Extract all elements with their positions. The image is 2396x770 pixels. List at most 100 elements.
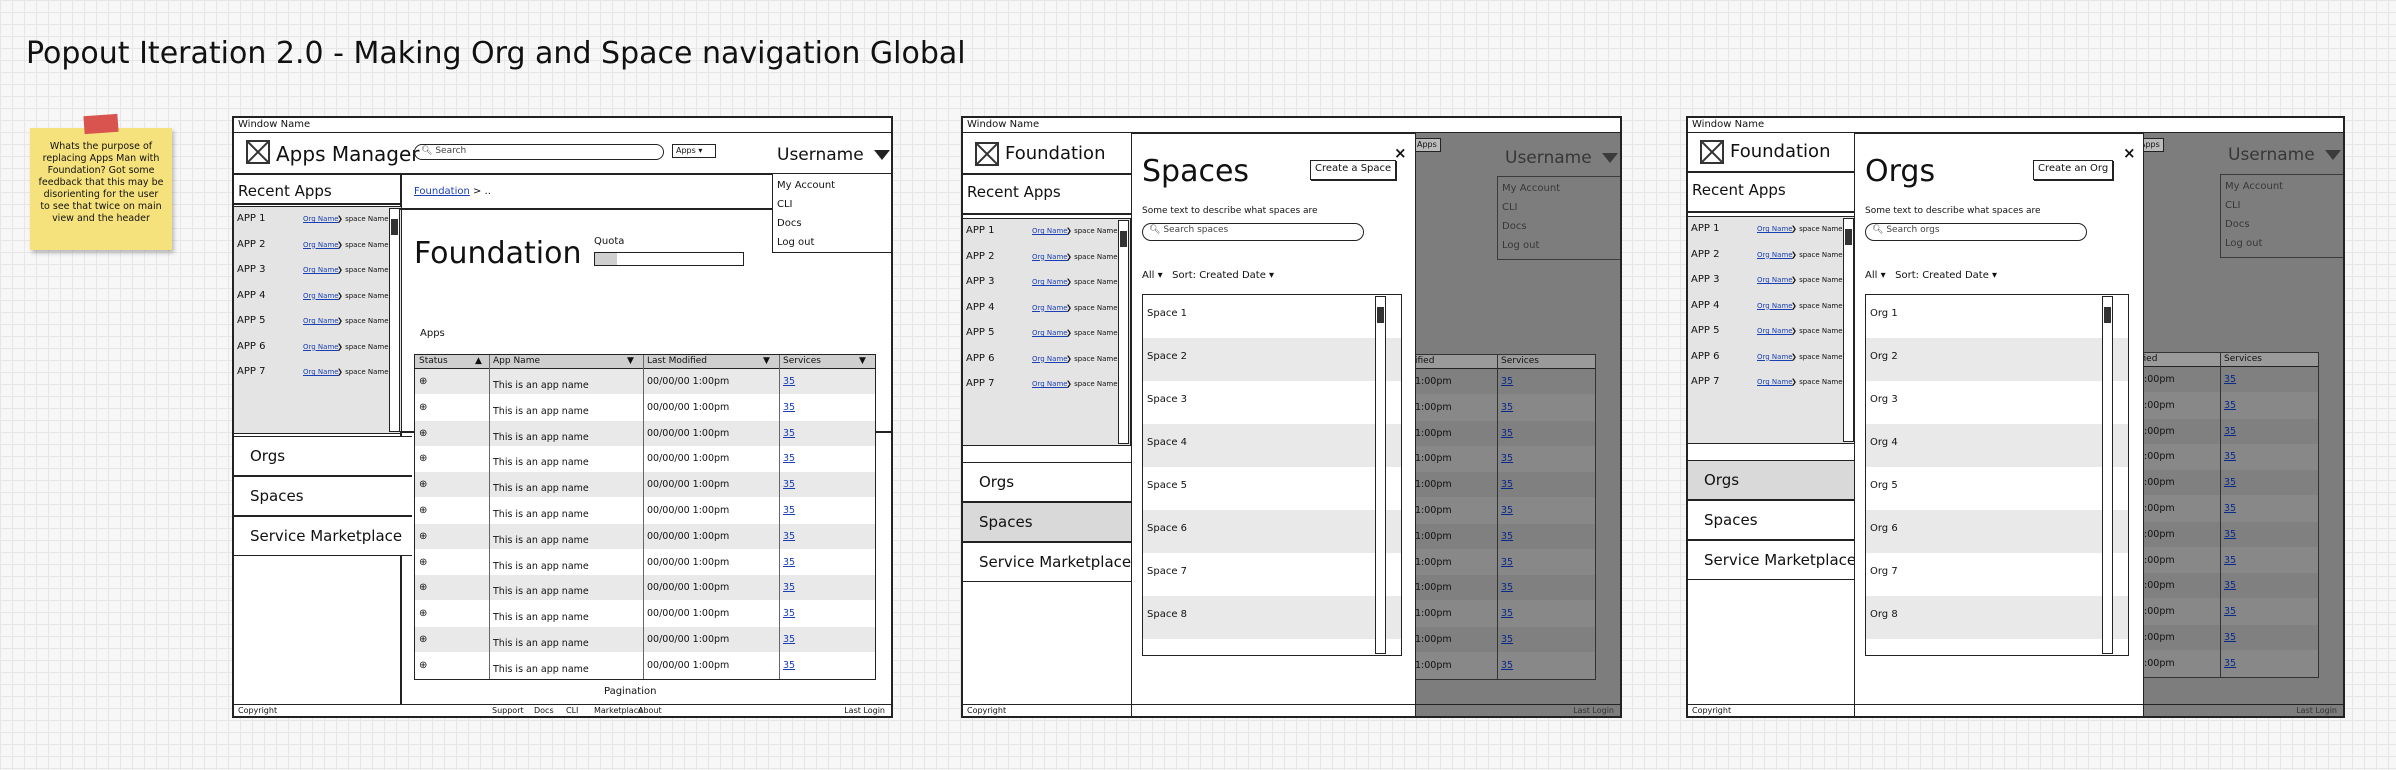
sort-arrow-icon[interactable]: ▲ — [475, 356, 482, 366]
nav-item-spaces[interactable]: Spaces — [1688, 500, 1866, 540]
table-row[interactable]: ⊕ This is an app name 00/00/00 1:00pm 35 — [415, 627, 875, 652]
services-link[interactable]: 35 — [783, 531, 795, 542]
sort-dropdown[interactable]: Sort: Created Date ▾ — [1172, 270, 1274, 281]
close-icon[interactable]: × — [2123, 144, 2136, 162]
app-row[interactable]: APP 1 Org Name ❯ space Name — [966, 225, 1118, 236]
app-row[interactable]: APP 7 Org Name ❯ space Name — [966, 378, 1118, 389]
table-row[interactable]: ⊕ This is an app name 00/00/00 1:00pm 35 — [415, 472, 875, 498]
table-row[interactable]: ⊕ This is an app name 00/00/00 1:00pm 35 — [415, 369, 875, 394]
space-search-input[interactable]: 🔍︎ Search spaces — [1142, 223, 1364, 241]
app-name-cell[interactable]: This is an app name — [493, 561, 589, 572]
app-row[interactable]: APP 6 Org Name ❯ space Name — [966, 353, 1118, 364]
app-name-cell[interactable]: This is an app name — [493, 457, 589, 468]
sort-dropdown[interactable]: Sort: Created Date ▾ — [1895, 270, 1997, 281]
space-list-item[interactable]: Space 6 — [1143, 510, 1401, 553]
nav-item-orgs[interactable]: Orgs — [234, 436, 412, 476]
org-list-item[interactable]: Org 1 — [1866, 295, 2128, 338]
nav-item-service-marketplace[interactable]: Service Marketplace — [1688, 540, 1866, 580]
create-space-button[interactable]: Create a Space — [1310, 160, 1397, 180]
org-link[interactable]: Org Name — [1757, 251, 1793, 259]
services-link[interactable]: 35 — [783, 428, 795, 439]
breadcrumb-link[interactable]: Foundation — [414, 186, 470, 197]
app-name-cell[interactable]: This is an app name — [493, 586, 589, 597]
org-link[interactable]: Org Name — [303, 368, 339, 376]
org-link[interactable]: Org Name — [1032, 304, 1068, 312]
table-row[interactable]: ⊕ This is an app name 00/00/00 1:00pm 35 — [415, 601, 875, 626]
space-list-item[interactable]: Space 8 — [1143, 596, 1401, 639]
app-name-cell[interactable]: This is an app name — [493, 380, 589, 391]
org-link[interactable]: Org Name — [1757, 353, 1793, 361]
services-link[interactable]: 35 — [783, 376, 795, 387]
sort-arrow-icon[interactable]: ▼ — [859, 356, 866, 366]
space-list-item[interactable]: Space 1 — [1143, 295, 1401, 338]
org-search-input[interactable]: 🔍︎ Search orgs — [1865, 223, 2087, 241]
menu-item-my-account[interactable]: My Account — [777, 176, 890, 195]
services-link[interactable]: 35 — [783, 557, 795, 568]
menu-item-docs[interactable]: Docs — [777, 214, 890, 233]
org-link[interactable]: Org Name — [1032, 227, 1068, 235]
menu-item-log-out[interactable]: Log out — [777, 233, 890, 252]
org-link[interactable]: Org Name — [1757, 225, 1793, 233]
space-list-item[interactable]: Space 5 — [1143, 467, 1401, 510]
orgs-scrollbar[interactable] — [2102, 296, 2113, 654]
nav-item-service-marketplace[interactable]: Service Marketplace — [963, 542, 1141, 582]
nav-item-orgs[interactable]: Orgs — [1688, 460, 1866, 500]
footer-link-cli[interactable]: CLI — [566, 706, 578, 715]
space-list-item[interactable]: Space 3 — [1143, 381, 1401, 424]
footer-link-about[interactable]: About — [638, 706, 662, 715]
org-link[interactable]: Org Name — [1032, 380, 1068, 388]
org-link[interactable]: Org Name — [1032, 253, 1068, 261]
table-row[interactable]: ⊕ This is an app name 00/00/00 1:00pm 35 — [415, 653, 875, 678]
table-row[interactable]: ⊕ This is an app name 00/00/00 1:00pm 35 — [415, 420, 875, 446]
app-row[interactable]: APP 2 Org Name ❯ space Name — [1691, 249, 1843, 260]
recent-apps-scrollbar[interactable] — [1843, 218, 1854, 442]
org-list-item[interactable]: Org 6 — [1866, 510, 2128, 553]
recent-apps-scrollbar[interactable] — [1118, 220, 1129, 444]
app-name-cell[interactable]: This is an app name — [493, 535, 589, 546]
app-row[interactable]: APP 7 Org Name ❯ space Name — [237, 366, 389, 377]
nav-item-spaces[interactable]: Spaces — [234, 476, 412, 516]
app-row[interactable]: APP 3 Org Name ❯ space Name — [966, 276, 1118, 287]
footer-link-docs[interactable]: Docs — [534, 706, 554, 715]
app-row[interactable]: APP 5 Org Name ❯ space Name — [237, 315, 389, 326]
nav-item-service-marketplace[interactable]: Service Marketplace — [234, 516, 412, 556]
app-row[interactable]: APP 5 Org Name ❯ space Name — [966, 327, 1118, 338]
org-list-item[interactable]: Org 4 — [1866, 424, 2128, 467]
app-row[interactable]: APP 4 Org Name ❯ space Name — [237, 290, 389, 301]
org-link[interactable]: Org Name — [1032, 278, 1068, 286]
table-row[interactable]: ⊕ This is an app name 00/00/00 1:00pm 35 — [415, 395, 875, 420]
recent-apps-scrollbar[interactable] — [389, 208, 400, 432]
apps-select[interactable]: Apps ▾ — [672, 144, 716, 158]
space-list-item[interactable]: Space 2 — [1143, 338, 1401, 381]
menu-item-cli[interactable]: CLI — [777, 195, 890, 214]
app-row[interactable]: APP 4 Org Name ❯ space Name — [966, 302, 1118, 313]
sort-arrow-icon[interactable]: ▼ — [763, 356, 770, 366]
services-link[interactable]: 35 — [783, 453, 795, 464]
services-link[interactable]: 35 — [783, 582, 795, 593]
app-row[interactable]: APP 4 Org Name ❯ space Name — [1691, 300, 1843, 311]
column-header-last-modified[interactable]: Last Modified — [647, 356, 707, 366]
column-header-services[interactable]: Services — [783, 356, 821, 366]
table-row[interactable]: ⊕ This is an app name 00/00/00 1:00pm 35 — [415, 575, 875, 601]
org-list-item[interactable]: Org 2 — [1866, 338, 2128, 381]
column-header-app-name[interactable]: App Name — [493, 356, 540, 366]
org-link[interactable]: Org Name — [303, 317, 339, 325]
pagination[interactable]: Pagination — [604, 686, 656, 697]
app-row[interactable]: APP 3 Org Name ❯ space Name — [1691, 274, 1843, 285]
spaces-scrollbar[interactable] — [1375, 296, 1386, 654]
app-name-cell[interactable]: This is an app name — [493, 406, 589, 417]
services-link[interactable]: 35 — [783, 634, 795, 645]
create-org-button[interactable]: Create an Org — [2033, 160, 2114, 180]
app-name-cell[interactable]: This is an app name — [493, 664, 589, 675]
table-row[interactable]: ⊕ This is an app name 00/00/00 1:00pm 35 — [415, 550, 875, 575]
org-link[interactable]: Org Name — [1032, 355, 1068, 363]
org-list-item[interactable]: Org 8 — [1866, 596, 2128, 639]
org-link[interactable]: Org Name — [303, 215, 339, 223]
org-link[interactable]: Org Name — [303, 343, 339, 351]
org-link[interactable]: Org Name — [1032, 329, 1068, 337]
app-row[interactable]: APP 6 Org Name ❯ space Name — [1691, 351, 1843, 362]
nav-item-spaces[interactable]: Spaces — [963, 502, 1141, 542]
services-link[interactable]: 35 — [783, 505, 795, 516]
filter-all-dropdown[interactable]: All ▾ — [1865, 270, 1886, 281]
search-input[interactable]: 🔍︎ Search — [414, 144, 664, 160]
